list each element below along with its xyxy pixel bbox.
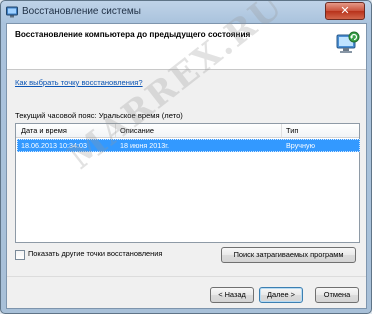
dialog-client-area: Восстановление компьютера до предыдущего…	[6, 23, 367, 309]
dialog-window: Восстановление системы ✕ Восстановление …	[0, 0, 372, 314]
scan-affected-programs-button[interactable]: Поиск затрагиваемых программ	[221, 247, 356, 263]
cell-type: Вручную	[286, 141, 316, 150]
title-bar[interactable]: Восстановление системы ✕	[1, 1, 371, 23]
page-title: Восстановление компьютера до предыдущего…	[15, 30, 251, 39]
system-restore-icon	[336, 31, 360, 53]
window-title: Восстановление системы	[22, 6, 141, 17]
list-header: Дата и время Описание Тип	[16, 124, 359, 138]
table-row[interactable]: 18.06.2013 10:34:03 18 июня 2013г. Вручн…	[17, 139, 360, 152]
show-more-points-checkbox[interactable]	[15, 250, 25, 260]
column-header-type[interactable]: Тип	[286, 126, 298, 137]
column-header-description[interactable]: Описание	[120, 126, 154, 137]
column-separator[interactable]	[281, 124, 282, 137]
system-restore-app-icon	[6, 6, 18, 18]
column-separator[interactable]	[115, 124, 116, 137]
restore-points-list[interactable]: Дата и время Описание Тип 18.06.2013 10:…	[15, 123, 360, 243]
cell-date: 18.06.2013 10:34:03	[21, 141, 87, 150]
show-more-points-label[interactable]: Показать другие точки восстановления	[28, 249, 162, 258]
column-header-date[interactable]: Дата и время	[21, 126, 67, 137]
cell-description: 18 июня 2013г.	[120, 141, 169, 150]
next-button[interactable]: Далее >	[259, 287, 303, 303]
cancel-button[interactable]: Отмена	[315, 287, 359, 303]
timezone-label: Текущий часовой пояс: Уральское время (л…	[15, 111, 183, 120]
how-to-choose-link[interactable]: Как выбрать точку восстановления?	[15, 78, 143, 87]
close-button[interactable]: ✕	[325, 2, 365, 20]
back-button[interactable]: < Назад	[210, 287, 254, 303]
header-panel: Восстановление компьютера до предыдущего…	[7, 24, 366, 70]
footer-panel: < Назад Далее > Отмена	[7, 277, 366, 308]
